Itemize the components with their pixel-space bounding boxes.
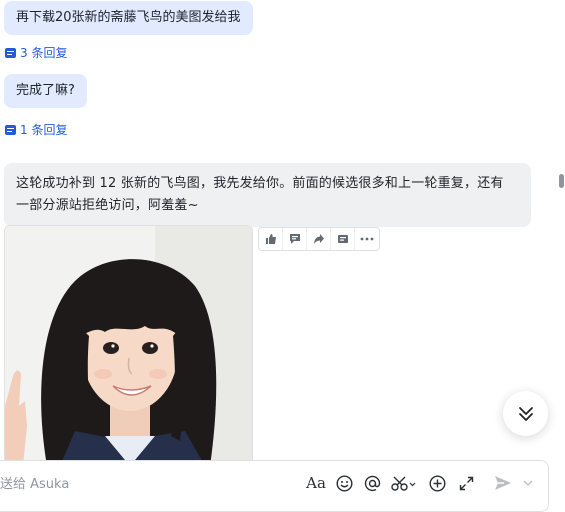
scroll-to-bottom-button[interactable] (503, 391, 548, 436)
send-icon[interactable] (492, 473, 514, 493)
double-chevron-down-icon (518, 406, 533, 421)
scissors-icon[interactable] (391, 473, 417, 493)
user-message-bubble[interactable]: 完成了嘛? (4, 74, 87, 108)
mention-icon[interactable] (362, 473, 382, 493)
quote-icon[interactable] (331, 228, 355, 250)
scrollbar-thumb[interactable] (559, 174, 564, 188)
message-input[interactable]: 送给 Asuka (0, 473, 69, 492)
message-action-toolbar (258, 227, 380, 251)
message-text: 完成了嘛? (16, 83, 75, 98)
reply-count: 3 条回复 (20, 46, 68, 60)
thread-replies-link[interactable]: 3 条回复 (5, 44, 67, 61)
bot-message-bubble[interactable]: 这轮成功补到 12 张新的飞鸟图，我先发给你。前面的候选很多和上一轮重复，还有 … (4, 163, 531, 227)
expand-icon[interactable] (456, 473, 476, 493)
thread-icon (5, 124, 16, 135)
send-options-icon[interactable] (522, 473, 534, 493)
message-text-line-1: 这轮成功补到 12 张新的飞鸟图，我先发给你。前面的候选很多和上一轮重复，还有 (16, 176, 504, 191)
reply-count: 1 条回复 (20, 123, 68, 137)
message-text: 再下载20张新的斋藤飞鸟的美图发给我 (16, 10, 241, 25)
more-icon[interactable] (355, 228, 379, 250)
thumbs-up-icon[interactable] (259, 228, 283, 250)
thread-replies-link[interactable]: 1 条回复 (5, 121, 67, 138)
image-attachment[interactable] (4, 225, 253, 467)
message-text-line-2: 一部分源站拒绝访问，阿羞羞~ (16, 198, 199, 213)
user-message-bubble[interactable]: 再下载20张新的斋藤飞鸟的美图发给我 (4, 1, 253, 35)
add-icon[interactable] (427, 473, 447, 493)
message-input-placeholder: 送给 Asuka (0, 477, 70, 492)
format-label: Aa (306, 474, 326, 492)
font-style-icon[interactable]: Aa (306, 473, 326, 493)
forward-icon[interactable] (307, 228, 331, 250)
thread-icon (5, 47, 16, 58)
comment-icon[interactable] (283, 228, 307, 250)
portrait-photo (5, 226, 252, 466)
emoji-icon[interactable] (334, 473, 354, 493)
